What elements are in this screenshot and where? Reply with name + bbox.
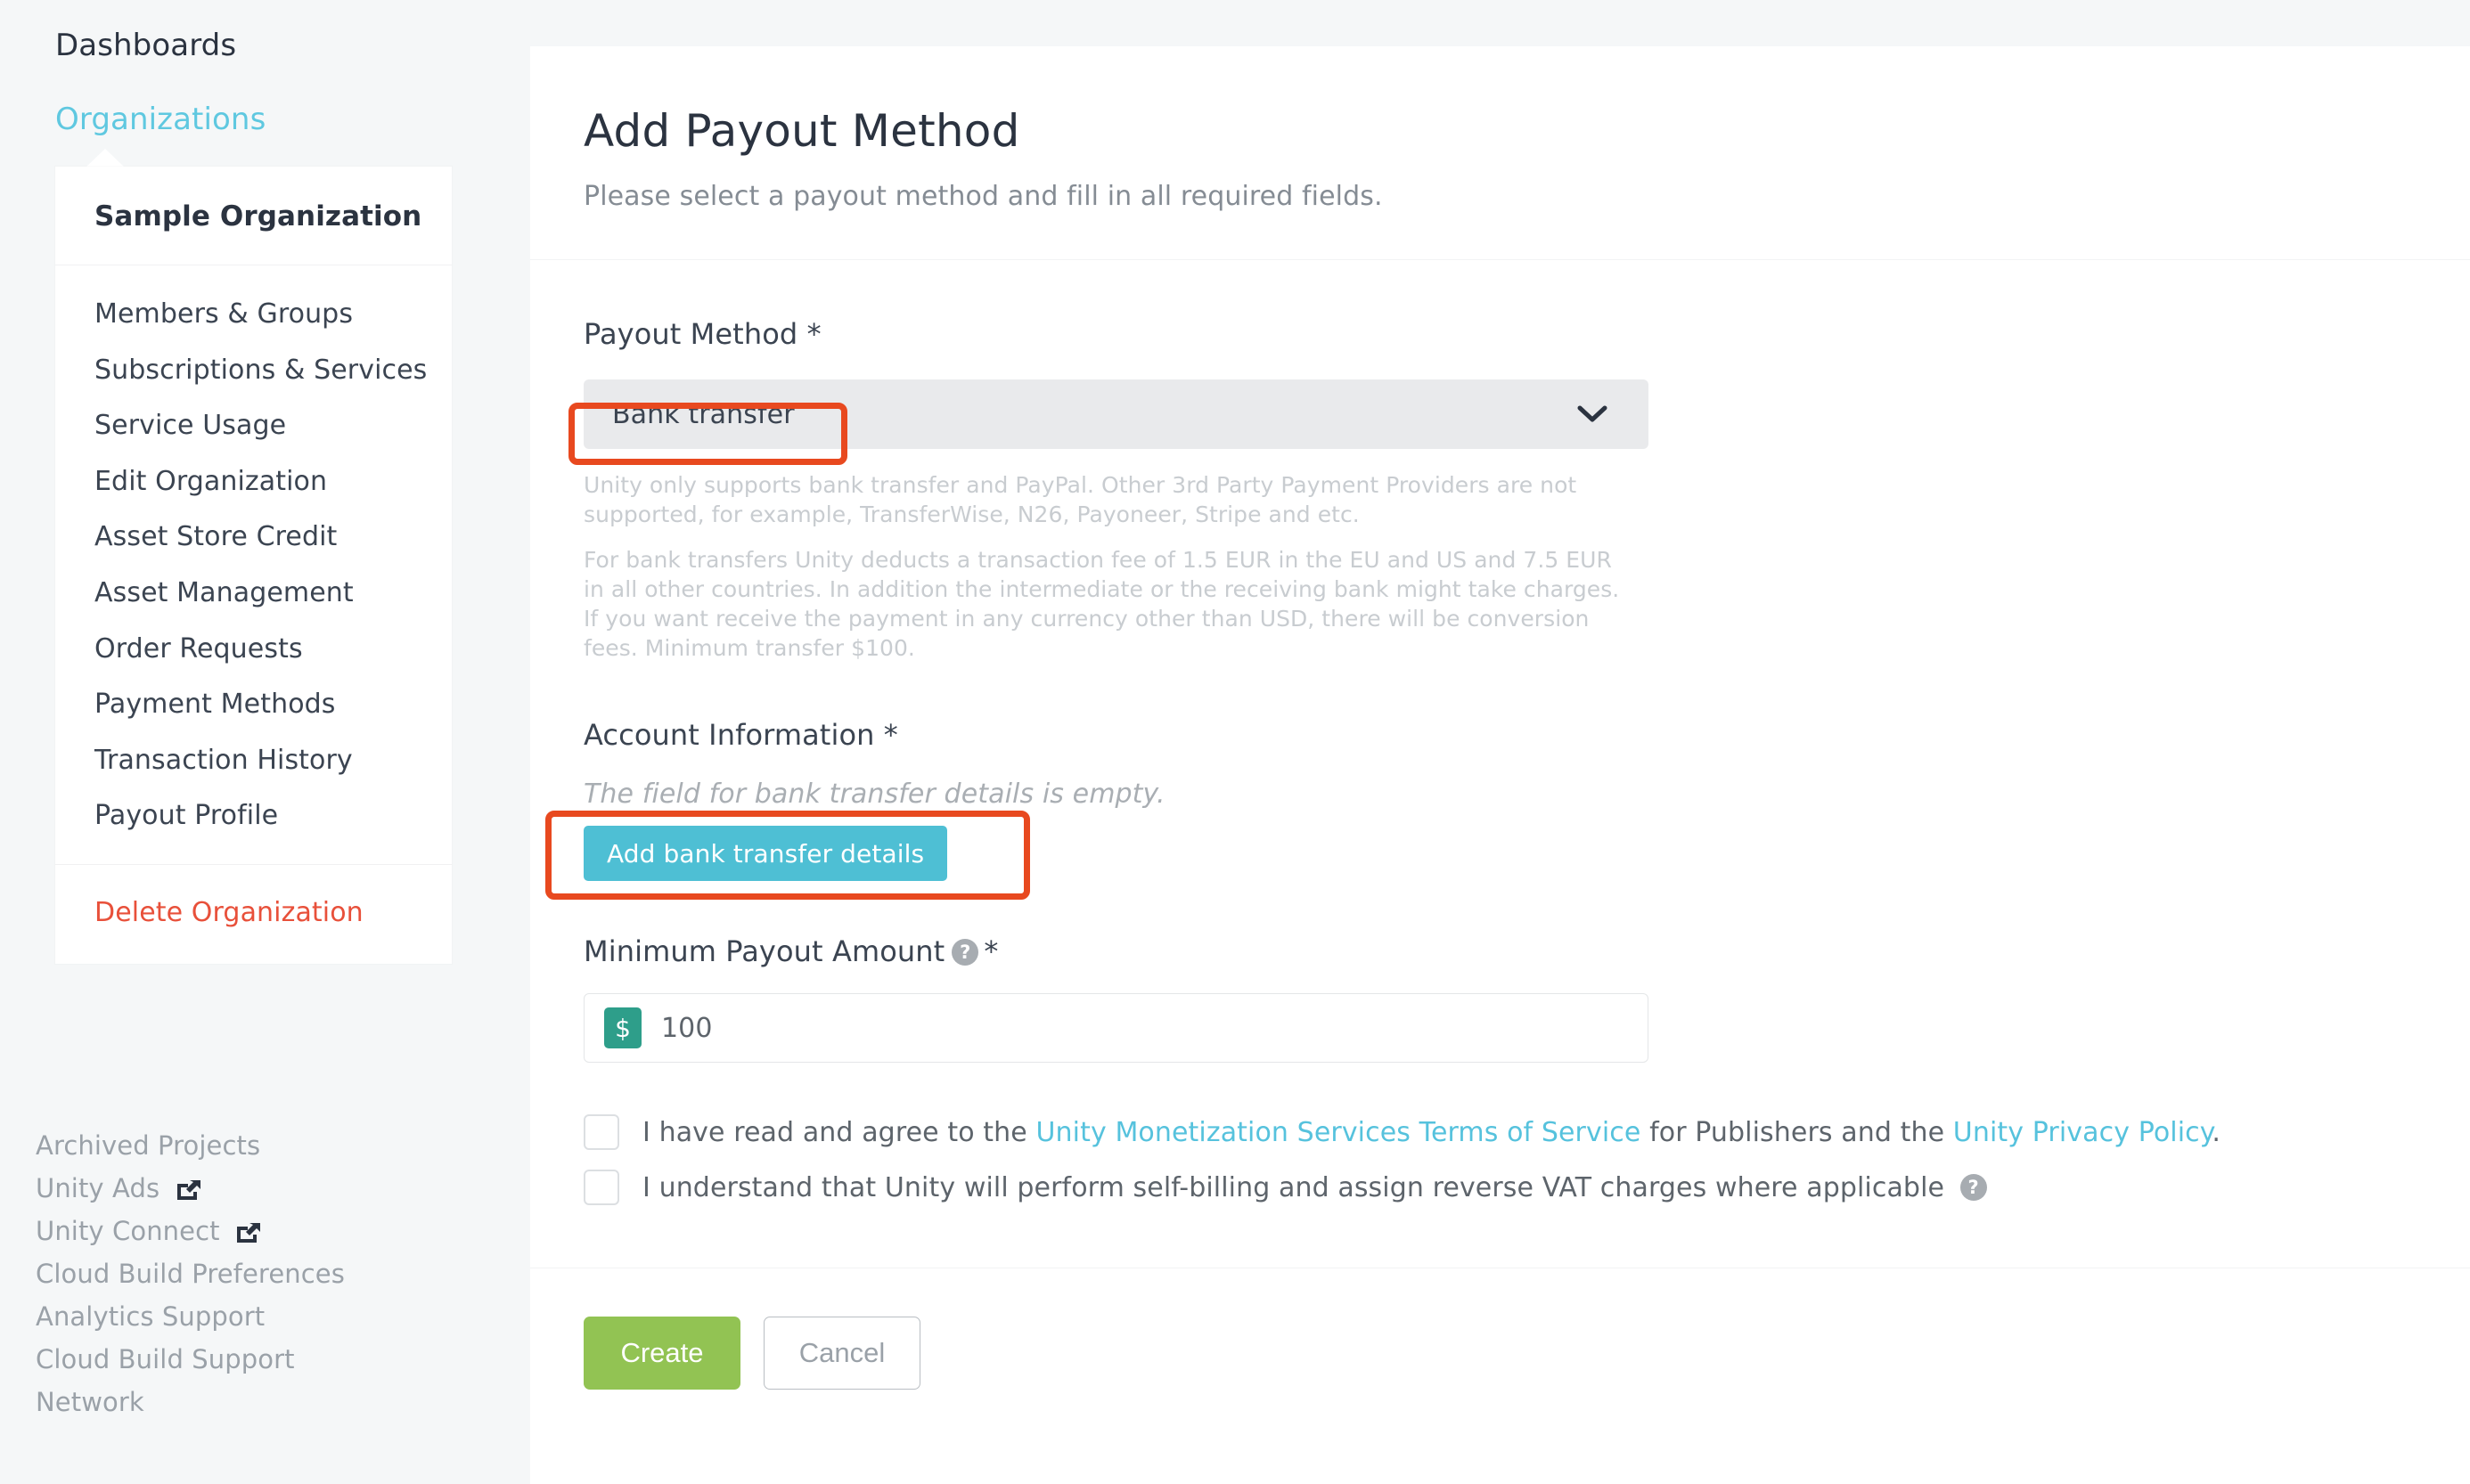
footer-link-label: Analytics Support [36, 1301, 266, 1332]
minimum-payout-amount-label: Minimum Payout Amount? * [584, 934, 2417, 968]
required-star: * [984, 934, 999, 968]
sidebar-item-subscriptions-services[interactable]: Subscriptions & Services [55, 343, 452, 399]
main-content-panel: Add Payout Method Please select a payout… [530, 46, 2470, 1484]
payout-method-select[interactable]: Bank transfer [584, 379, 1648, 449]
payout-method-helper-text-1: Unity only supports bank transfer and Pa… [584, 472, 1577, 527]
currency-badge: $ [604, 1007, 642, 1048]
vat-agreement-label: I understand that Unity will perform sel… [642, 1172, 1992, 1203]
minimum-payout-amount-value: 100 [661, 1012, 713, 1044]
external-link-icon [176, 1180, 200, 1200]
footer-link-label: Cloud Build Support [36, 1344, 295, 1374]
organization-name: Sample Organization [55, 167, 452, 265]
account-information-field: Account Information * The field for bank… [584, 718, 2417, 881]
terms-text-before: I have read and agree to the [642, 1116, 1036, 1148]
footer-link-label: Archived Projects [36, 1130, 261, 1161]
header-divider [530, 259, 2470, 260]
footer-link-label: Network [36, 1387, 144, 1417]
terms-text-middle: for Publishers and the [1640, 1116, 1953, 1148]
app-root: Dashboards Organizations Sample Organiza… [0, 0, 2470, 1484]
payout-method-form: Payout Method * Bank transfer Unity only… [530, 317, 2470, 1205]
terms-text-after: . [2212, 1116, 2221, 1148]
sidebar-item-service-usage[interactable]: Service Usage [55, 398, 452, 454]
vat-checkbox[interactable] [584, 1170, 619, 1205]
sidebar-link-organizations[interactable]: Organizations [55, 104, 266, 135]
sidebar-item-order-requests[interactable]: Order Requests [55, 622, 452, 678]
sidebar-item-payout-profile[interactable]: Payout Profile [55, 788, 452, 844]
chevron-down-icon [1577, 405, 1607, 423]
help-icon[interactable]: ? [1959, 1173, 1987, 1201]
footer-link-analytics-support[interactable]: Analytics Support [36, 1295, 499, 1338]
account-information-label: Account Information * [584, 718, 898, 752]
sidebar-item-payment-methods[interactable]: Payment Methods [55, 677, 452, 733]
org-panel-caret [86, 149, 125, 167]
footer-link-cloud-build-support[interactable]: Cloud Build Support [36, 1338, 499, 1381]
page-header: Add Payout Method Please select a payout… [530, 46, 2470, 213]
create-button[interactable]: Create [584, 1317, 740, 1390]
organization-danger-section: Delete Organization [55, 865, 452, 964]
footer-link-unity-ads[interactable]: Unity Ads [36, 1167, 499, 1210]
sidebar: Dashboards Organizations Sample Organiza… [0, 0, 530, 1484]
minimum-payout-amount-field: Minimum Payout Amount? * $ 100 [584, 934, 2417, 1063]
cancel-button[interactable]: Cancel [764, 1317, 920, 1390]
sidebar-item-asset-store-credit[interactable]: Asset Store Credit [55, 510, 452, 566]
add-bank-transfer-details-button[interactable]: Add bank transfer details [584, 826, 948, 881]
account-information-empty-message: The field for bank transfer details is e… [584, 779, 1165, 810]
vat-text: I understand that Unity will perform sel… [642, 1171, 1953, 1203]
organization-menu: Members & Groups Subscriptions & Service… [55, 265, 452, 865]
payout-method-selected-value: Bank transfer [612, 398, 795, 430]
organization-panel: Sample Organization Members & Groups Sub… [55, 167, 452, 964]
terms-of-service-link[interactable]: Unity Monetization Services Terms of Ser… [1035, 1117, 1640, 1148]
sidebar-item-transaction-history[interactable]: Transaction History [55, 733, 452, 789]
minimum-payout-label-text: Minimum Payout Amount [584, 934, 945, 968]
agreement-row-terms: I have read and agree to the Unity Monet… [584, 1114, 2417, 1150]
footer-link-cloud-build-preferences[interactable]: Cloud Build Preferences [36, 1252, 499, 1295]
footer-link-label: Cloud Build Preferences [36, 1259, 345, 1289]
payout-method-label: Payout Method * [584, 317, 822, 351]
footer-link-unity-connect[interactable]: Unity Connect [36, 1210, 499, 1252]
footer-link-archived-projects[interactable]: Archived Projects [36, 1124, 499, 1167]
footer-link-label: Unity Connect [36, 1216, 220, 1246]
page-title: Add Payout Method [584, 105, 1020, 157]
form-action-buttons: Create Cancel [530, 1268, 2470, 1390]
terms-agreement-label: I have read and agree to the Unity Monet… [642, 1117, 2221, 1148]
terms-checkbox[interactable] [584, 1114, 619, 1150]
sidebar-item-edit-organization[interactable]: Edit Organization [55, 454, 452, 510]
minimum-payout-amount-input[interactable]: $ 100 [584, 993, 1648, 1063]
privacy-policy-link[interactable]: Unity Privacy Policy [1953, 1117, 2212, 1148]
external-link-icon [236, 1223, 260, 1243]
sidebar-footer-links: Archived Projects Unity Ads Unity Connec… [36, 1124, 499, 1423]
payout-method-helper-text-2: For bank transfers Unity deducts a trans… [584, 547, 1620, 661]
sidebar-item-delete-organization[interactable]: Delete Organization [55, 888, 452, 937]
agreement-row-vat: I understand that Unity will perform sel… [584, 1170, 2417, 1205]
footer-link-network[interactable]: Network [36, 1381, 499, 1423]
payout-method-field: Payout Method * Bank transfer Unity only… [584, 317, 2417, 663]
agreements-section: I have read and agree to the Unity Monet… [584, 1114, 2417, 1205]
page-subtitle: Please select a payout method and fill i… [584, 181, 1383, 212]
sidebar-link-dashboards[interactable]: Dashboards [55, 30, 236, 61]
sidebar-item-asset-management[interactable]: Asset Management [55, 566, 452, 622]
help-icon[interactable]: ? [952, 939, 979, 966]
sidebar-item-members-groups[interactable]: Members & Groups [55, 287, 452, 343]
footer-link-label: Unity Ads [36, 1173, 160, 1203]
